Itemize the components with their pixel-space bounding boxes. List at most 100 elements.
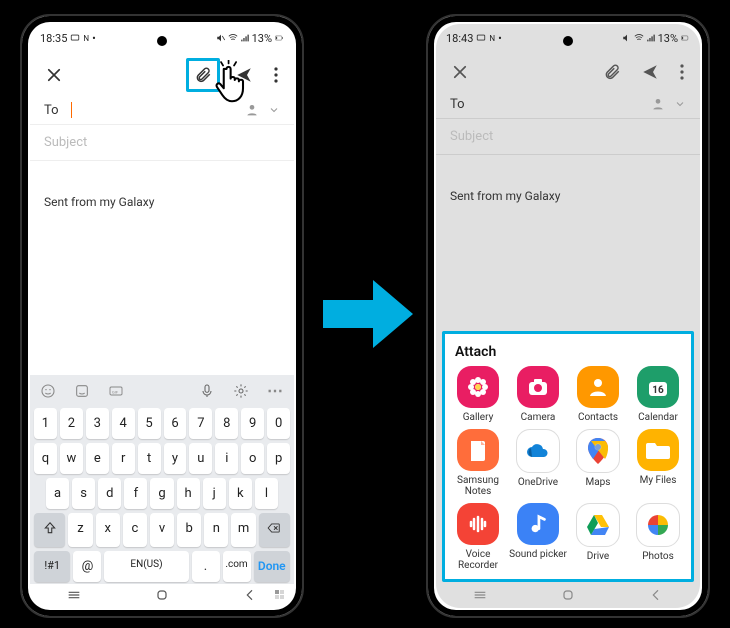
more-dots-icon[interactable]: ⋯ (267, 381, 284, 400)
android-navbar (30, 584, 294, 606)
attach-button[interactable] (186, 58, 220, 92)
key-2[interactable]: 2 (60, 408, 83, 439)
key-f[interactable]: f (124, 478, 147, 509)
app-label: Maps (586, 477, 611, 488)
attach-app-contacts[interactable]: Contacts (569, 366, 627, 423)
key-b[interactable]: b (177, 513, 201, 547)
keyboard[interactable]: GIF ⋯ 1234567890 qwertyuiop asdfghjkl zx… (30, 375, 294, 584)
app-label: Photos (642, 551, 674, 562)
key-i[interactable]: i (215, 443, 238, 474)
mic-icon[interactable] (199, 383, 215, 399)
sticker-icon[interactable] (74, 383, 90, 399)
key-a[interactable]: a (46, 478, 69, 509)
attach-app-sound-picker[interactable]: Sound picker (509, 503, 567, 571)
key-j[interactable]: j (203, 478, 226, 509)
key-s[interactable]: s (72, 478, 95, 509)
key-p[interactable]: p (267, 443, 290, 474)
key-o[interactable]: o (241, 443, 264, 474)
key-5[interactable]: 5 (138, 408, 161, 439)
body-field[interactable]: Sent from my Galaxy (436, 155, 700, 237)
recents-icon[interactable] (472, 587, 488, 603)
body-field[interactable]: Sent from my Galaxy (30, 161, 294, 243)
send-button[interactable] (636, 58, 664, 86)
key-v[interactable]: v (150, 513, 174, 547)
key-0[interactable]: 0 (267, 408, 290, 439)
key-m[interactable]: m (231, 513, 255, 547)
key-6[interactable]: 6 (164, 408, 187, 439)
attach-app-photos[interactable]: Photos (629, 503, 687, 571)
key-enus[interactable]: EN(US) (104, 551, 188, 582)
key-d[interactable]: d (98, 478, 121, 509)
subject-field[interactable]: Subject (436, 119, 700, 155)
mute-icon (622, 33, 632, 43)
key-[interactable]: @ (73, 551, 101, 582)
key-com[interactable]: .com (223, 551, 251, 582)
drive-icon (576, 503, 620, 547)
back-icon[interactable] (648, 587, 664, 603)
key-q[interactable]: q (34, 443, 57, 474)
attach-app-drive[interactable]: Drive (569, 503, 627, 571)
gif-icon[interactable]: GIF (108, 383, 124, 399)
key-h[interactable]: h (177, 478, 200, 509)
key-w[interactable]: w (60, 443, 83, 474)
home-icon[interactable] (154, 587, 170, 603)
keyboard-hide-icon[interactable] (274, 587, 286, 603)
attach-app-samsung-notes[interactable]: Samsung Notes (449, 429, 507, 497)
attach-app-gallery[interactable]: Gallery (449, 366, 507, 423)
keyboard-row-2: asdfghjkl (30, 476, 294, 511)
back-icon[interactable] (242, 587, 258, 603)
contact-picker-icon[interactable] (244, 102, 260, 118)
to-field-row[interactable]: To (436, 90, 700, 119)
chevron-down-icon[interactable] (674, 98, 686, 110)
key-z[interactable]: z (68, 513, 92, 547)
subject-field[interactable]: Subject (30, 125, 294, 161)
send-button[interactable] (230, 61, 258, 89)
to-field-row[interactable]: To (30, 96, 294, 125)
key-7[interactable]: 7 (189, 408, 212, 439)
key-[interactable]: . (192, 551, 220, 582)
key-k[interactable]: k (229, 478, 252, 509)
key-x[interactable]: x (96, 513, 120, 547)
attach-app-voice-recorder[interactable]: Voice Recorder (449, 503, 507, 571)
key-r[interactable]: r (112, 443, 135, 474)
emoji-icon[interactable] (40, 383, 56, 399)
key-e[interactable]: e (86, 443, 109, 474)
chevron-down-icon[interactable] (268, 104, 280, 116)
key-1[interactable]: 1 (34, 408, 57, 439)
attach-app-maps[interactable]: Maps (569, 429, 627, 497)
attach-button[interactable] (598, 58, 626, 86)
attach-app-calendar[interactable]: 16Calendar (629, 366, 687, 423)
dot-icon: • (498, 32, 502, 45)
camera-hole (157, 36, 167, 46)
close-button[interactable] (446, 58, 474, 86)
contact-picker-icon[interactable] (650, 96, 666, 112)
key-done[interactable]: Done (254, 551, 290, 582)
key-t[interactable]: t (138, 443, 161, 474)
attach-app-camera[interactable]: Camera (509, 366, 567, 423)
key-u[interactable]: u (189, 443, 212, 474)
attach-app-my-files[interactable]: My Files (629, 429, 687, 497)
more-button[interactable] (268, 61, 284, 89)
key-8[interactable]: 8 (215, 408, 238, 439)
key-l[interactable]: l (255, 478, 278, 509)
more-button[interactable] (674, 58, 690, 86)
key-n[interactable]: n (204, 513, 228, 547)
key-9[interactable]: 9 (241, 408, 264, 439)
app-label: Drive (587, 551, 609, 562)
close-button[interactable] (40, 61, 68, 89)
key-g[interactable]: g (150, 478, 173, 509)
attach-app-onedrive[interactable]: OneDrive (509, 429, 567, 497)
signal-icon (646, 33, 656, 43)
backspace-key[interactable] (259, 513, 290, 547)
key-1[interactable]: !#1 (34, 551, 70, 582)
key-y[interactable]: y (164, 443, 187, 474)
key-c[interactable]: c (123, 513, 147, 547)
recents-icon[interactable] (66, 587, 82, 603)
keyboard-row-4: !#1@EN(US)..comDone (30, 549, 294, 584)
home-icon[interactable] (560, 587, 576, 603)
shift-key[interactable] (34, 513, 65, 547)
key-3[interactable]: 3 (86, 408, 109, 439)
settings-icon[interactable] (233, 383, 249, 399)
key-4[interactable]: 4 (112, 408, 135, 439)
person-icon (577, 366, 619, 408)
